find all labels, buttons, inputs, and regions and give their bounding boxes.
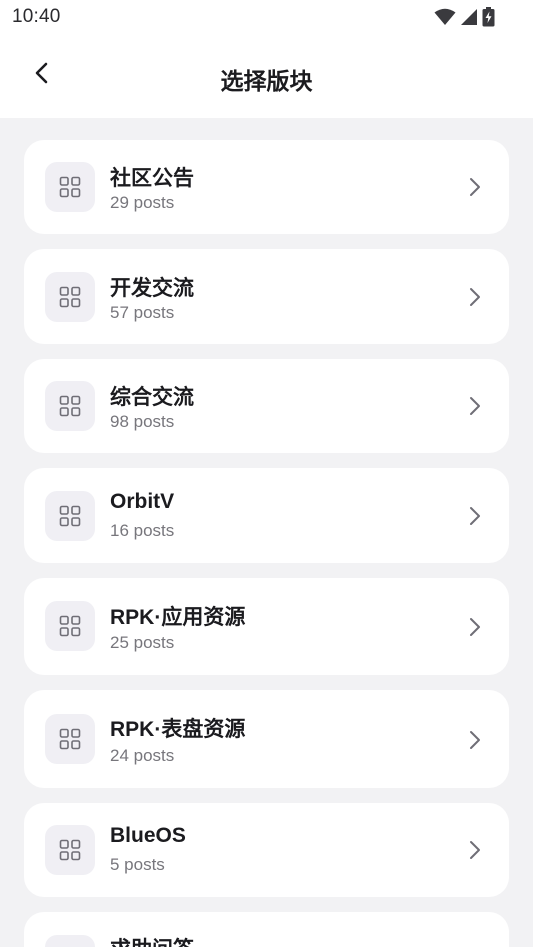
grid-icon — [45, 272, 95, 322]
board-item-help-qa[interactable]: 求助问答 — [24, 912, 509, 947]
grid-icon — [45, 714, 95, 764]
chevron-right-icon — [463, 728, 487, 752]
grid-icon — [45, 935, 95, 947]
board-name: RPK·表盘资源 — [110, 718, 246, 741]
board-name: RPK·应用资源 — [110, 606, 246, 629]
board-post-count: 24 posts — [110, 746, 175, 765]
board-item-blueos[interactable]: BlueOS 5 posts — [24, 803, 509, 897]
chevron-right-icon — [463, 175, 487, 199]
board-item-community-announcements[interactable]: 社区公告 29 posts — [24, 140, 509, 234]
status-icons — [434, 7, 495, 32]
grid-icon — [45, 825, 95, 875]
board-name: OrbitV — [110, 490, 175, 513]
board-post-count: 25 posts — [110, 633, 175, 652]
chevron-right-icon — [463, 504, 487, 528]
board-post-count: 98 posts — [110, 412, 175, 431]
cellular-signal-icon — [460, 8, 478, 31]
board-post-count: 29 posts — [110, 193, 175, 212]
board-name: 综合交流 — [110, 386, 194, 409]
board-name: BlueOS — [110, 824, 186, 847]
board-post-count: 5 posts — [110, 855, 165, 874]
battery-charging-icon — [482, 7, 495, 32]
board-item-dev-discussion[interactable]: 开发交流 57 posts — [24, 249, 509, 344]
chevron-right-icon — [463, 394, 487, 418]
app-bar: 选择版块 — [0, 36, 533, 118]
board-name: 社区公告 — [110, 167, 194, 190]
board-post-count: 16 posts — [110, 521, 175, 540]
chevron-right-icon — [463, 615, 487, 639]
board-item-rpk-app-resources[interactable]: RPK·应用资源 25 posts — [24, 578, 509, 675]
chevron-right-icon — [463, 285, 487, 309]
status-time: 10:40 — [12, 6, 61, 27]
board-name: 求助问答 — [110, 933, 194, 947]
board-item-orbitv[interactable]: OrbitV 16 posts — [24, 468, 509, 563]
grid-icon — [45, 491, 95, 541]
wifi-icon — [434, 8, 456, 31]
page-title: 选择版块 — [220, 68, 313, 94]
grid-icon — [45, 601, 95, 651]
board-name: 开发交流 — [110, 277, 194, 300]
board-item-general-discussion[interactable]: 综合交流 98 posts — [24, 359, 509, 453]
board-post-count: 57 posts — [110, 303, 175, 322]
grid-icon — [45, 381, 95, 431]
status-bar: 10:40 — [0, 0, 533, 36]
grid-icon — [45, 162, 95, 212]
chevron-right-icon — [463, 838, 487, 862]
board-item-rpk-watchface-resources[interactable]: RPK·表盘资源 24 posts — [24, 690, 509, 788]
